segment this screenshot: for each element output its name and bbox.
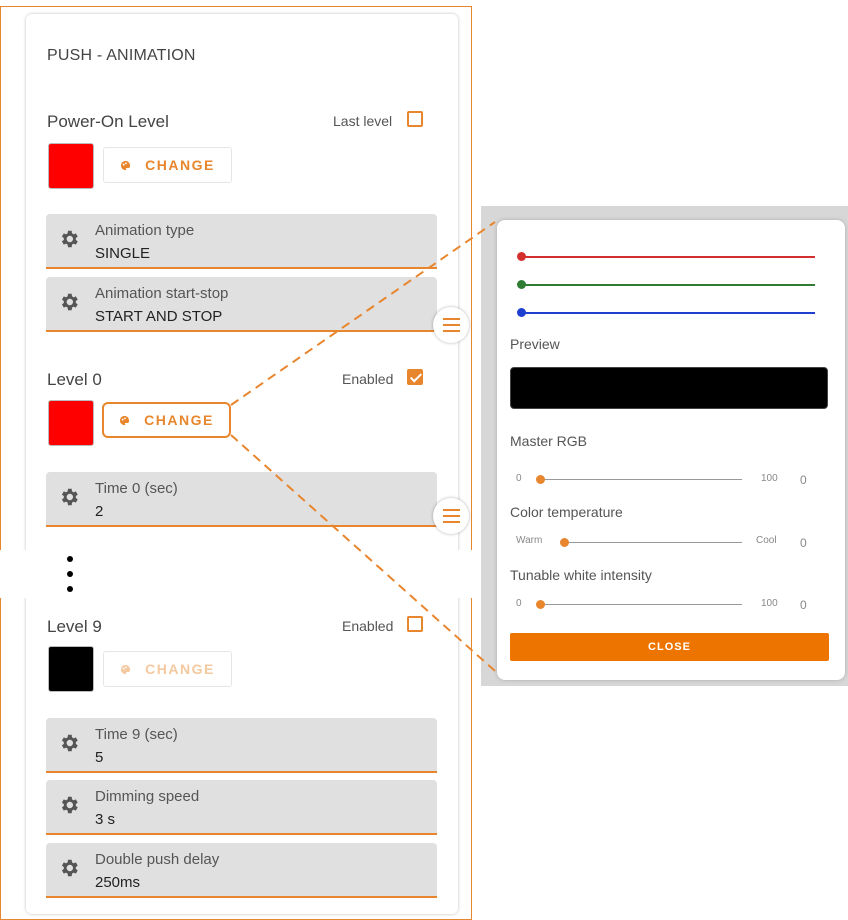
- callout-connector-lines: [230, 221, 496, 672]
